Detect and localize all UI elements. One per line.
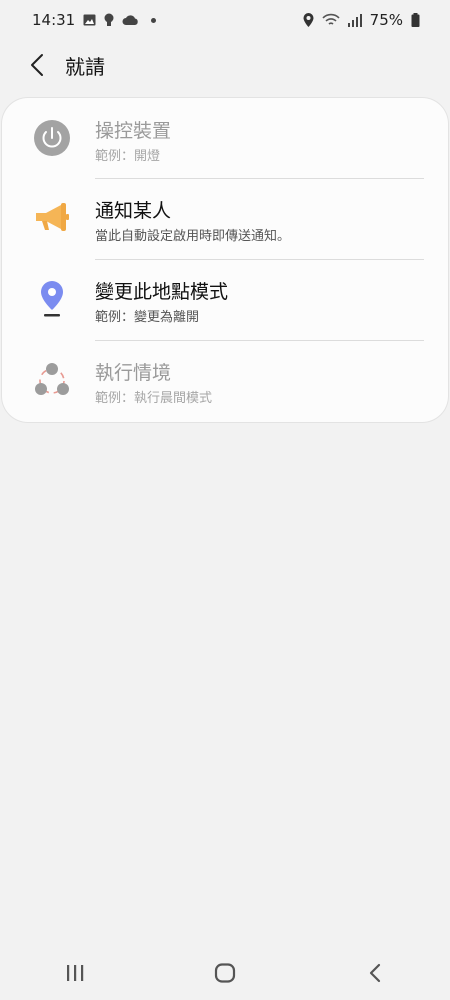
list-item-title: 變更此地點模式 (95, 281, 229, 303)
list-item-title: 操控裝置 (95, 120, 172, 142)
battery-percent: 75% (369, 11, 403, 29)
list-item-title: 執行情境 (95, 362, 172, 384)
bulb-icon (104, 13, 114, 27)
nav-back-button[interactable] (345, 948, 405, 998)
status-bar: 14:31 75% (0, 0, 450, 40)
page-title: 就請 (65, 54, 105, 79)
cloud-icon (122, 14, 139, 26)
back-icon (369, 963, 381, 982)
list-item-notify-someone[interactable]: 通知某人 當此自動設定啟用時即傳送通知。 (2, 178, 448, 258)
home-icon (214, 962, 236, 983)
list-item-subtitle: 範例：變更為離開 (95, 310, 200, 325)
status-bar-right: 75% (303, 11, 420, 29)
list-item-change-location-mode[interactable]: 變更此地點模式 範例：變更為離開 (2, 259, 448, 339)
megaphone-icon (32, 198, 72, 238)
battery-icon (411, 13, 420, 27)
power-icon (32, 118, 72, 158)
list-item-control-device[interactable]: 操控裝置 範例：開燈 (2, 98, 448, 178)
action-list-card: 操控裝置 範例：開燈 通知某人 當此自動設定啟用時即傳送通知。 變更此地點模式 … (2, 98, 448, 422)
chevron-left-icon (31, 54, 43, 76)
list-item-subtitle: 當此自動設定啟用時即傳送通知。 (95, 229, 291, 244)
signal-icon (347, 13, 362, 27)
back-button[interactable] (15, 43, 59, 87)
wifi-icon (322, 13, 340, 27)
list-item-title: 通知某人 (95, 200, 172, 222)
list-item-subtitle: 範例：開燈 (95, 149, 161, 164)
status-time: 14:31 (32, 11, 76, 29)
status-bar-left: 14:31 (32, 11, 157, 29)
home-button[interactable] (195, 948, 255, 998)
list-item-run-scene[interactable]: 執行情境 範例：執行晨間模式 (2, 340, 448, 420)
recents-button[interactable] (45, 948, 105, 998)
recents-icon (67, 964, 84, 981)
list-item-subtitle: 範例：執行晨間模式 (95, 391, 213, 406)
scene-icon (32, 360, 72, 400)
navigation-bar (0, 945, 450, 1000)
header: 就請 (0, 40, 450, 90)
dot-icon (151, 17, 157, 23)
gallery-icon (83, 14, 96, 26)
location-icon (303, 13, 314, 27)
location-pin-icon (32, 279, 72, 319)
